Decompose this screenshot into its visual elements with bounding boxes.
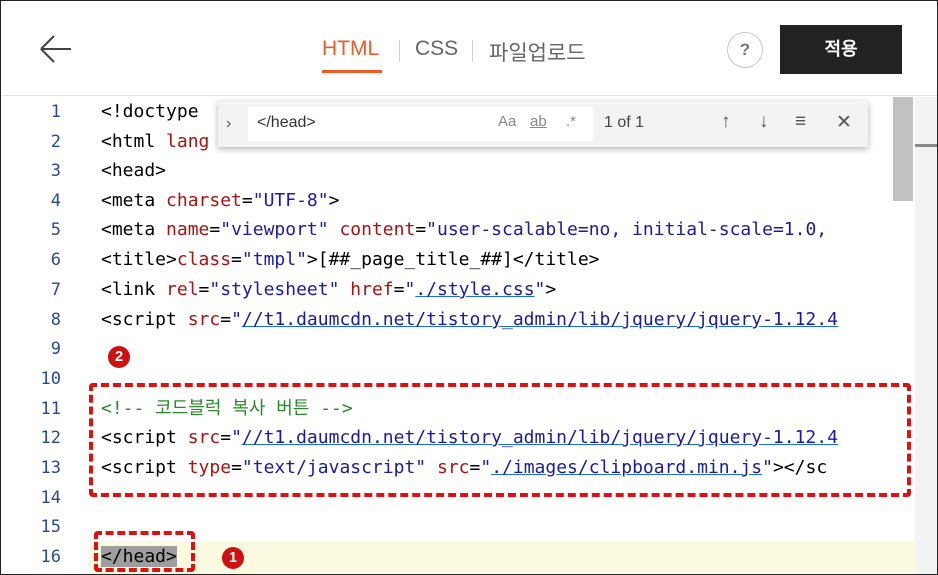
- editor-header: HTML CSS 파일업로드 ? 적용: [1, 1, 937, 96]
- find-widget: › </head> Aa ab .* 1 of 1 ↑ ↓ ≡ ✕: [218, 101, 868, 147]
- tab-divider: [399, 40, 400, 62]
- tab-html[interactable]: HTML: [322, 37, 379, 61]
- code-line[interactable]: <meta name="viewport" content="user-scal…: [101, 215, 915, 245]
- annotation-box-head-close: [94, 531, 195, 572]
- line-number: 10: [40, 369, 61, 389]
- back-arrow-icon[interactable]: [37, 31, 73, 67]
- line-number: 2: [50, 132, 61, 152]
- annotation-box-script-block: [89, 383, 911, 497]
- code-line[interactable]: <head>: [101, 156, 915, 186]
- html-editor-window: HTML CSS 파일업로드 ? 적용 1 2 3 4 5 6 7 8 9 10…: [0, 0, 938, 575]
- line-number: 7: [50, 280, 61, 300]
- line-number-gutter: 1 2 3 4 5 6 7 8 9 10 11 12 13 14 15 16: [1, 97, 89, 574]
- toggle-replace-chevron-icon[interactable]: ›: [226, 115, 231, 133]
- close-icon[interactable]: ✕: [836, 111, 852, 134]
- tab-divider: [472, 40, 473, 62]
- code-line[interactable]: <script src="//t1.daumcdn.net/tistory_ad…: [101, 305, 915, 335]
- line-number: 1: [50, 102, 61, 122]
- line-number: 11: [40, 399, 61, 419]
- code-editor[interactable]: 1 2 3 4 5 6 7 8 9 10 11 12 13 14 15 16 <…: [1, 97, 937, 574]
- vertical-scrollbar-track[interactable]: [915, 97, 937, 574]
- line-number: 4: [50, 191, 61, 211]
- match-count: 1 of 1: [604, 114, 645, 131]
- line-number: 9: [50, 339, 61, 359]
- match-case-toggle[interactable]: Aa: [498, 113, 516, 130]
- line-number: 3: [50, 161, 61, 181]
- previous-match-arrow-icon[interactable]: ↑: [721, 111, 731, 133]
- tab-file-upload[interactable]: 파일업로드: [489, 37, 586, 67]
- code-line[interactable]: [101, 512, 915, 542]
- apply-button[interactable]: 적용: [780, 25, 902, 74]
- use-regex-toggle[interactable]: .*: [566, 113, 576, 130]
- line-number: 13: [40, 458, 61, 478]
- active-tab-indicator: [322, 70, 382, 73]
- line-number: 12: [40, 428, 61, 448]
- code-line[interactable]: <meta charset="UTF-8">: [101, 186, 915, 216]
- line-number: 6: [50, 250, 61, 270]
- annotation-badge-1: 1: [222, 547, 244, 569]
- find-in-selection-icon[interactable]: ≡: [795, 111, 806, 133]
- scrollbar-match-marker: [915, 144, 937, 147]
- line-number: 16: [40, 547, 61, 567]
- line-number: 14: [40, 488, 61, 508]
- tab-css[interactable]: CSS: [415, 37, 458, 61]
- line-number: 15: [40, 517, 61, 537]
- next-match-arrow-icon[interactable]: ↓: [759, 111, 769, 133]
- match-whole-word-toggle[interactable]: ab: [530, 113, 547, 130]
- line-number: 5: [50, 220, 61, 240]
- code-line[interactable]: [101, 334, 915, 364]
- line-number: 8: [50, 310, 61, 330]
- code-line[interactable]: <title>class="tmpl">[##_page_title_##]</…: [101, 245, 915, 275]
- vertical-scrollbar-thumb[interactable]: [893, 97, 913, 201]
- annotation-badge-2: 2: [108, 346, 130, 368]
- help-button[interactable]: ?: [727, 32, 763, 68]
- code-line[interactable]: <link rel="stylesheet" href="./style.css…: [101, 275, 915, 305]
